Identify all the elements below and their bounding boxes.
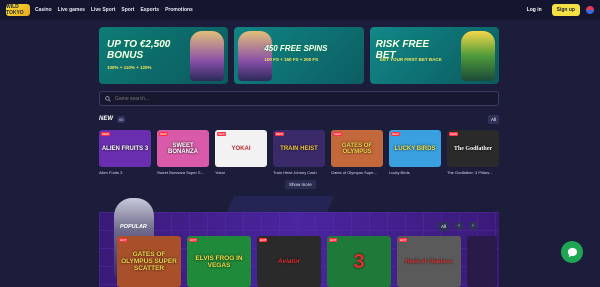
game-card[interactable]: NEW TRAIN HEIST Train Heist Johnny Cash <box>273 130 325 175</box>
game-count-badge: 65 <box>117 115 126 123</box>
game-name: Gates of Olympus Supe... <box>331 170 377 175</box>
character-illustration <box>460 31 495 81</box>
nav-promotions[interactable]: Promotions <box>165 7 193 13</box>
new-tag: NEW <box>275 132 284 136</box>
banner-subtitle: 100% + 110% + 120% <box>107 65 152 70</box>
character-illustration <box>190 31 225 81</box>
game-thumbnail[interactable]: NEW ALIEN FRUITS 3 <box>99 130 151 167</box>
popular-games-row: HOT GATES OF OLYMPUS SUPER SCATTER HOT ELV… <box>117 236 497 287</box>
hot-tag: HOT <box>119 238 128 242</box>
game-name: Yokai <box>215 170 225 175</box>
hot-tag: HOT <box>399 238 408 242</box>
game-card[interactable]: NEW LUCKY BIRDS Lucky Birds <box>389 130 441 175</box>
nav-live-sport[interactable]: Live Sport <box>91 7 115 13</box>
thumbnail-title: TRAIN HEIST <box>280 145 318 152</box>
game-name: Alien Fruits 3 <box>99 170 123 175</box>
game-thumbnail[interactable]: HOT Aviator <box>257 236 321 287</box>
banner-title: UP TO €2,500 BONUS <box>107 39 171 61</box>
live-chat-button[interactable] <box>561 241 583 263</box>
game-card[interactable]: NEW SWEET BONANZA Sweet Bonanza Super S..… <box>157 130 209 175</box>
character-illustration <box>238 31 273 81</box>
search-icon <box>105 95 111 102</box>
popular-all-button[interactable]: All <box>438 222 450 231</box>
game-card[interactable]: NEW YOKAI Yokai <box>215 130 267 175</box>
game-thumbnail[interactable]: NEW The Godfather <box>447 130 499 167</box>
hot-tag: HOT <box>189 238 198 242</box>
signup-button[interactable]: Sign up <box>551 4 580 16</box>
game-thumbnail[interactable]: NEW TRAIN HEIST <box>273 130 325 167</box>
site-logo[interactable]: WILD TOKYO <box>6 4 30 16</box>
game-thumbnail[interactable]: HOT GATES OF OLYMPUS SUPER SCATTER <box>117 236 181 287</box>
game-thumbnail[interactable]: NEW YOKAI <box>215 130 267 167</box>
new-tag: NEW <box>217 132 226 136</box>
thumbnail-title: ELVIS FROG IN VEGAS <box>195 254 243 269</box>
game-thumbnail[interactable] <box>467 236 497 287</box>
new-section-header: NEW 65 All <box>99 114 499 124</box>
show-more-button[interactable]: Show more <box>285 180 316 189</box>
new-tag: NEW <box>159 132 168 136</box>
nav-casino[interactable]: Casino <box>35 7 52 13</box>
thumbnail-title: SWEET BONANZA <box>168 142 198 155</box>
game-thumbnail[interactable]: NEW LUCKY BIRDS <box>389 130 441 167</box>
game-name: Sweet Bonanza Super S... <box>157 170 204 175</box>
banner-subtitle: 100 FS + 150 FS + 200 FS <box>264 57 319 62</box>
scroll-right-button[interactable]: › <box>469 222 477 230</box>
thumbnail-title: GATES OF OLYMPUS <box>341 142 373 155</box>
game-thumbnail[interactable]: NEW GATES OF OLYMPUS <box>331 130 383 167</box>
banner-welcome-bonus[interactable]: UP TO €2,500 BONUS 100% + 110% + 120% <box>99 27 229 84</box>
thumbnail-title: YOKAI <box>231 145 251 152</box>
search-input[interactable] <box>115 95 415 102</box>
new-tag: NEW <box>449 132 458 136</box>
game-card[interactable]: NEW GATES OF OLYMPUS Gates of Olympus Sup… <box>331 130 383 175</box>
thumbnail-title: GATES OF OLYMPUS SUPER SCATTER <box>121 251 177 272</box>
game-thumbnail[interactable]: NEW SWEET BONANZA <box>157 130 209 167</box>
hot-tag: HOT <box>259 238 268 242</box>
game-search-bar[interactable] <box>99 91 499 106</box>
hot-tag: HOT <box>329 238 338 242</box>
scroll-left-button[interactable]: ‹ <box>455 222 463 230</box>
game-thumbnail[interactable]: HOT 3 <box>327 236 391 287</box>
banner-free-spins[interactable]: 450 FREE SPINS 100 FS + 150 FS + 200 FS <box>234 27 364 84</box>
game-card[interactable]: NEW ALIEN FRUITS 3 Alien Fruits 3 <box>99 130 151 175</box>
all-button[interactable]: All <box>487 114 499 124</box>
language-flag-icon[interactable] <box>586 6 594 14</box>
popular-title: POPULAR <box>120 224 147 230</box>
thumbnail-title: The Godfather <box>453 145 493 152</box>
thumbnail-title: Book of Shadows <box>405 258 453 265</box>
login-button[interactable]: Log in <box>523 5 546 15</box>
chat-bubble-icon <box>567 247 577 257</box>
new-games-row: NEW ALIEN FRUITS 3 Alien Fruits 3 NEW SWEE… <box>99 130 499 175</box>
chevron-left-icon: ‹ <box>458 223 460 229</box>
game-thumbnail[interactable]: HOT Book of Shadows <box>397 236 461 287</box>
new-tag: NEW <box>101 132 110 136</box>
banner-subtitle: GET YOUR FIRST BET BACK <box>379 57 442 62</box>
game-name: Train Heist Johnny Cash <box>273 170 317 175</box>
game-name: Lucky Birds <box>389 170 410 175</box>
new-tag: NEW <box>333 132 342 136</box>
game-card[interactable]: NEW The Godfather The Godfather: 3 Pillar… <box>447 130 499 175</box>
thumbnail-title: Aviator <box>277 258 301 265</box>
banner-title: 450 FREE SPINS <box>264 44 328 53</box>
nav-sport[interactable]: Sport <box>121 7 134 13</box>
banner-risk-free-bet[interactable]: RISK FREE BET GET YOUR FIRST BET BACK <box>369 27 499 84</box>
main-nav: Casino Live games Live Sport Sport Espor… <box>35 7 193 13</box>
nav-live-games[interactable]: Live games <box>58 7 85 13</box>
game-thumbnail[interactable]: HOT ELVIS FROG IN VEGAS <box>187 236 251 287</box>
top-navigation-bar: WILD TOKYO Casino Live games Live Sport … <box>0 0 600 20</box>
thumbnail-title: 3 <box>353 250 365 273</box>
thumbnail-title: ALIEN FRUITS 3 <box>101 145 149 152</box>
nav-esports[interactable]: Esports <box>140 7 159 13</box>
new-tag: NEW <box>391 132 400 136</box>
game-name: The Godfather: 3 Pillars... <box>447 170 493 175</box>
thumbnail-title: LUCKY BIRDS <box>394 145 436 152</box>
section-title: NEW <box>99 116 113 122</box>
promo-banners: UP TO €2,500 BONUS 100% + 110% + 120% 45… <box>99 27 499 84</box>
chevron-right-icon: › <box>472 223 474 229</box>
